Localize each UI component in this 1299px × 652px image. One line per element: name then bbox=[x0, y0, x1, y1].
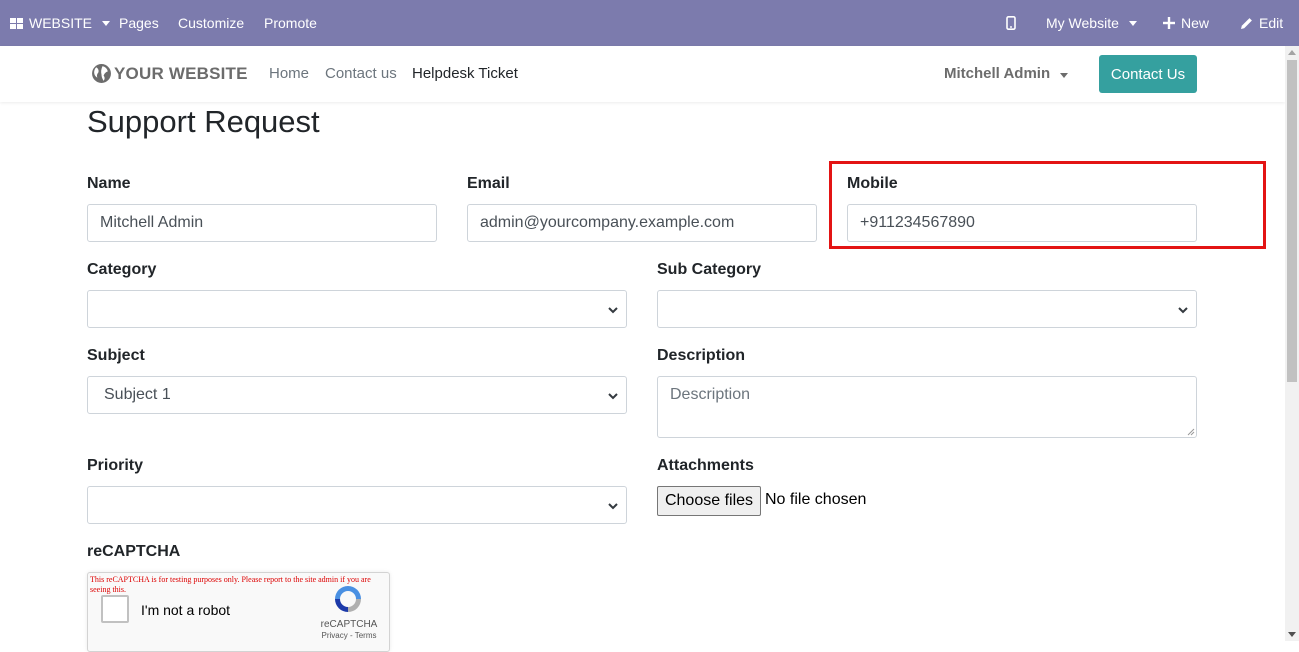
mobile-preview-button[interactable] bbox=[1006, 0, 1016, 46]
logo-text: YOUR WEBSITE bbox=[114, 63, 248, 83]
nav-contact-us[interactable]: Contact us bbox=[325, 65, 397, 82]
nav-helpdesk-ticket[interactable]: Helpdesk Ticket bbox=[412, 65, 518, 82]
chevron-down-icon bbox=[608, 503, 618, 510]
pages-label: Pages bbox=[119, 15, 159, 31]
my-website-menu[interactable]: My Website bbox=[1046, 0, 1137, 46]
email-field[interactable]: admin@yourcompany.example.com bbox=[467, 204, 817, 242]
recaptcha-checkbox[interactable] bbox=[101, 595, 129, 623]
recaptcha-checkbox-label: I'm not a robot bbox=[141, 602, 231, 618]
priority-select[interactable] bbox=[87, 486, 627, 524]
user-name: Mitchell Admin bbox=[944, 65, 1051, 82]
category-select[interactable] bbox=[87, 290, 627, 328]
site-header: YOUR WEBSITE Home Contact us Helpdesk Ti… bbox=[0, 46, 1285, 102]
apps-grid-icon bbox=[10, 17, 23, 29]
chevron-down-icon bbox=[608, 393, 618, 400]
sub-category-label: Sub Category bbox=[657, 261, 762, 278]
contact-us-button[interactable]: Contact Us bbox=[1099, 55, 1197, 93]
new-label: New bbox=[1181, 15, 1210, 31]
site-logo[interactable]: YOUR WEBSITE bbox=[91, 63, 248, 84]
description-label: Description bbox=[657, 347, 746, 364]
file-status: No file chosen bbox=[765, 491, 867, 508]
promote-label: Promote bbox=[264, 15, 317, 31]
customize-label: Customize bbox=[178, 15, 245, 31]
scroll-down-icon[interactable] bbox=[1288, 632, 1296, 637]
plus-icon bbox=[1163, 17, 1175, 29]
chevron-down-icon bbox=[1128, 20, 1137, 26]
recaptcha-widget: This reCAPTCHA is for testing purposes o… bbox=[87, 572, 390, 652]
description-placeholder: Description bbox=[670, 386, 751, 403]
email-label: Email bbox=[467, 175, 510, 192]
description-field[interactable]: Description bbox=[657, 376, 1197, 438]
subject-value: Subject 1 bbox=[104, 386, 171, 403]
subject-label: Subject bbox=[87, 347, 145, 364]
new-button[interactable]: New bbox=[1163, 0, 1209, 46]
mobile-icon bbox=[1006, 16, 1016, 30]
admin-bar: WEBSITE Pages Customize Promote My Websi… bbox=[0, 0, 1299, 46]
subject-select[interactable]: Subject 1 bbox=[87, 376, 627, 414]
resize-handle-icon[interactable] bbox=[1187, 428, 1195, 436]
nav-home[interactable]: Home bbox=[269, 65, 309, 82]
highlight-box bbox=[829, 161, 1266, 249]
chevron-down-icon bbox=[102, 20, 111, 26]
category-label: Category bbox=[87, 261, 157, 278]
pages-menu[interactable]: Pages bbox=[119, 0, 159, 46]
choose-files-button[interactable]: Choose files bbox=[657, 486, 761, 516]
page-title: Support Request bbox=[87, 104, 320, 139]
scroll-thumb[interactable] bbox=[1287, 60, 1297, 382]
website-menu-label: WEBSITE bbox=[29, 15, 93, 31]
recaptcha-logo-icon bbox=[335, 586, 361, 612]
user-menu[interactable]: Mitchell Admin bbox=[944, 65, 1069, 82]
scroll-up-icon[interactable] bbox=[1288, 50, 1296, 55]
pencil-icon bbox=[1241, 17, 1252, 29]
chevron-down-icon bbox=[608, 307, 618, 314]
recaptcha-label: reCAPTCHA bbox=[87, 543, 181, 560]
name-label: Name bbox=[87, 175, 131, 192]
page-scrollbar[interactable] bbox=[1285, 46, 1299, 641]
recaptcha-links[interactable]: Privacy - Terms bbox=[310, 631, 388, 640]
customize-menu[interactable]: Customize bbox=[178, 0, 244, 46]
chevron-down-icon bbox=[1060, 73, 1069, 78]
attachments-label: Attachments bbox=[657, 457, 754, 474]
sub-category-select[interactable] bbox=[657, 290, 1197, 328]
recaptcha-brand: reCAPTCHA bbox=[320, 619, 378, 630]
promote-menu[interactable]: Promote bbox=[264, 0, 317, 46]
name-field[interactable]: Mitchell Admin bbox=[87, 204, 437, 242]
website-menu[interactable]: WEBSITE bbox=[10, 0, 111, 46]
edit-label: Edit bbox=[1259, 15, 1284, 31]
my-website-label: My Website bbox=[1046, 15, 1119, 31]
edit-button[interactable]: Edit bbox=[1240, 0, 1283, 46]
chevron-down-icon bbox=[1178, 307, 1188, 314]
globe-icon bbox=[92, 64, 111, 83]
priority-label: Priority bbox=[87, 457, 144, 474]
